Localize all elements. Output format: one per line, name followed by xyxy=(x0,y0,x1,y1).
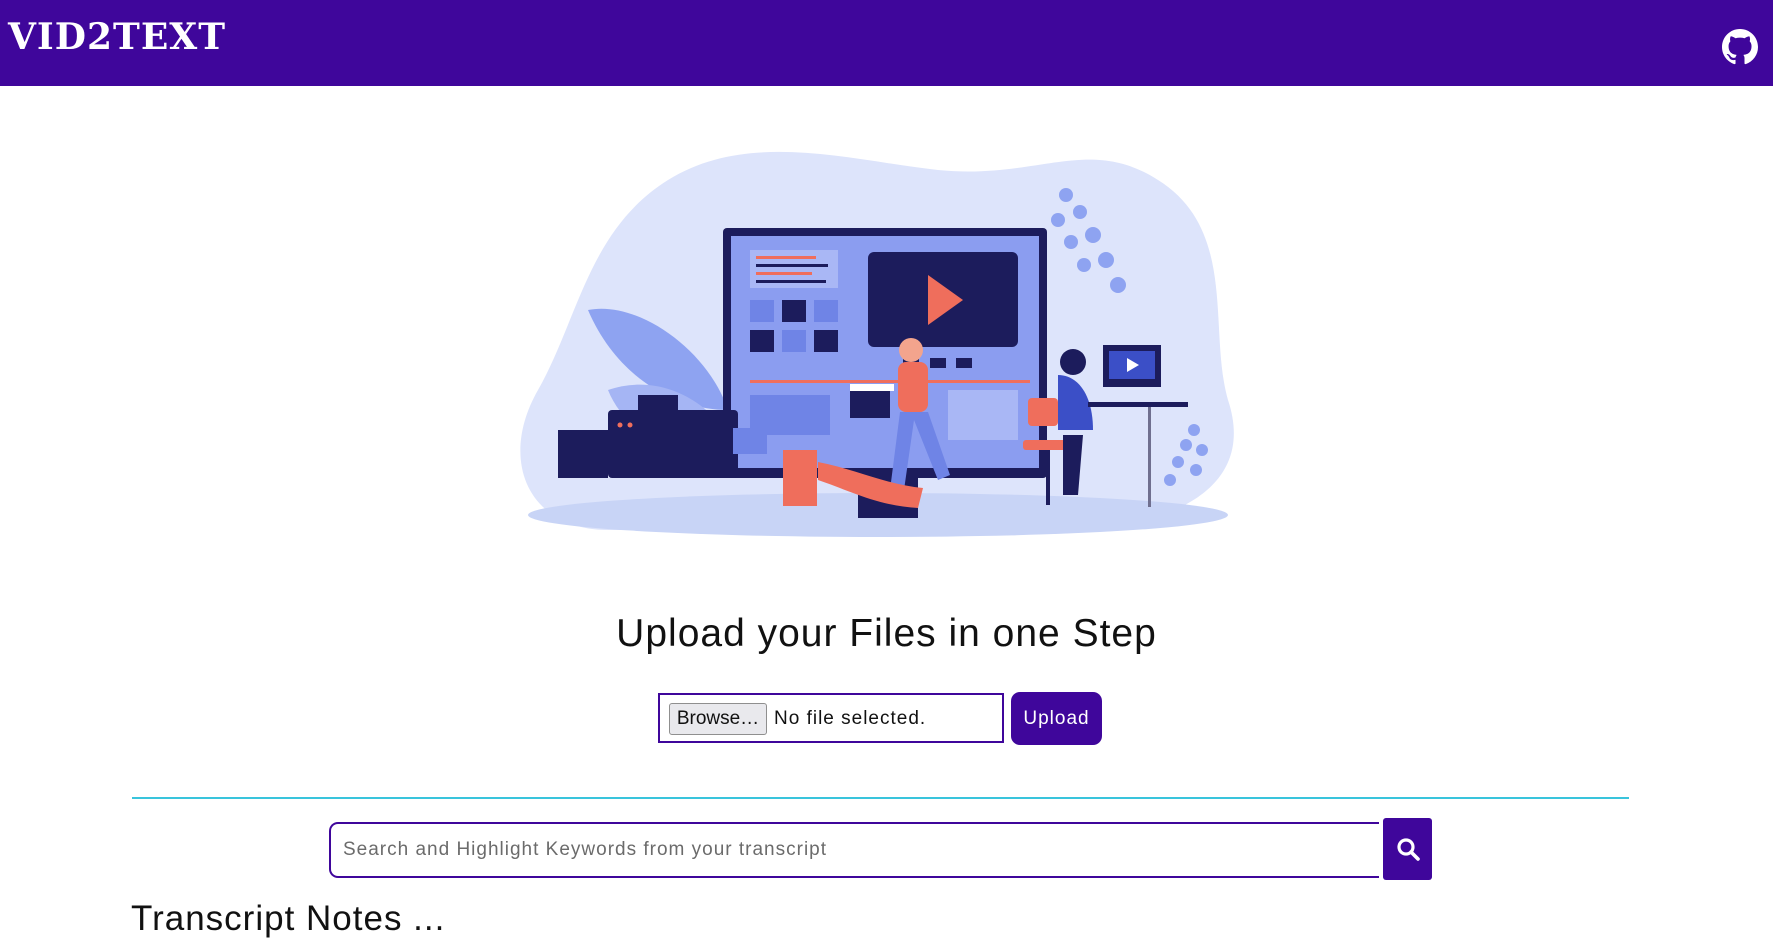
divider xyxy=(132,797,1629,799)
brand-logo[interactable]: VID2TEXT xyxy=(8,12,226,62)
search-icon xyxy=(1397,838,1420,861)
transcript-notes-title: Transcript Notes ... xyxy=(131,899,446,938)
navbar: VID2TEXT xyxy=(0,0,1773,86)
browse-button[interactable]: Browse… xyxy=(669,703,767,735)
file-status-text: No file selected. xyxy=(774,708,927,729)
search-button[interactable] xyxy=(1383,818,1432,880)
hero-illustration xyxy=(518,140,1246,550)
upload-button[interactable]: Upload xyxy=(1011,692,1102,745)
github-icon[interactable] xyxy=(1722,29,1758,65)
file-input[interactable]: Browse… No file selected. xyxy=(658,693,1004,743)
search-input[interactable] xyxy=(329,822,1379,878)
upload-heading: Upload your Files in one Step xyxy=(616,612,1157,655)
